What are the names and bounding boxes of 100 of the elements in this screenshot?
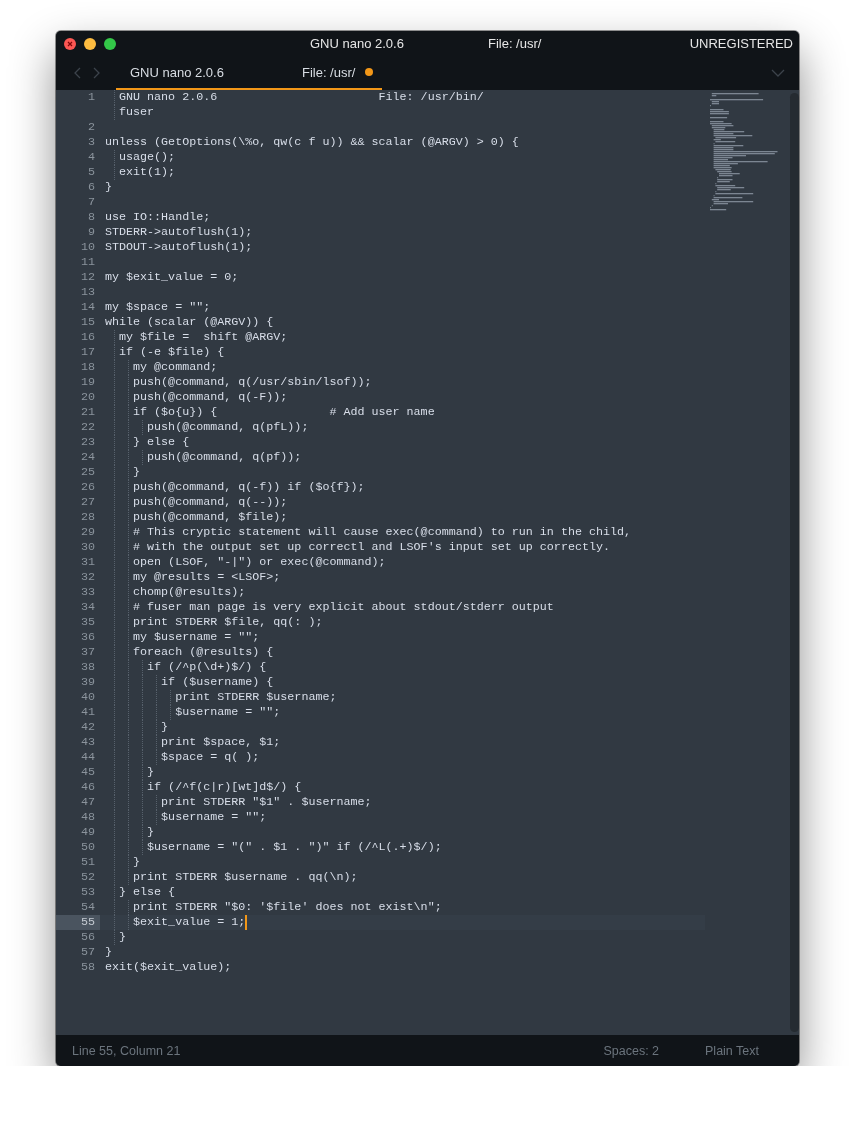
- indentation-setting[interactable]: Spaces: 2: [603, 1043, 660, 1058]
- line-number: 51: [79, 855, 96, 870]
- cursor-position: Line 55, Column 21: [72, 1043, 181, 1058]
- code-line: foreach (@results) {: [132, 645, 274, 659]
- code-line: }: [105, 180, 112, 194]
- line-number: 42: [79, 720, 96, 735]
- line-number: 26: [79, 480, 96, 495]
- tab-title: File: /usr/: [301, 64, 356, 80]
- code-line: my @results = <LSOF>;: [132, 570, 281, 584]
- line-number: 27: [79, 495, 96, 510]
- code-line: # with the output set up correctl and LSOF's input set up correctly.: [132, 540, 610, 554]
- line-number: 46: [79, 780, 96, 795]
- line-number: 52: [79, 870, 96, 885]
- code-line: use IO::Handle;: [105, 210, 211, 224]
- close-button[interactable]: [64, 37, 76, 50]
- line-number: 30: [79, 540, 96, 555]
- line-number: 12: [79, 270, 96, 285]
- line-number: 57: [79, 945, 96, 960]
- line-number: 24: [79, 450, 96, 465]
- code-line: }: [146, 825, 155, 839]
- code-line: if ($o{u}) { # Add user name: [132, 405, 435, 419]
- code-line: $username = "(" . $1 . ")" if (/^L(.+)$/);: [146, 840, 442, 854]
- line-number: 4: [87, 150, 96, 165]
- line-number: 22: [79, 420, 96, 435]
- tab-title: GNU nano 2.0.6: [130, 64, 224, 80]
- code-line: push(@command, q(pfL));: [146, 420, 309, 434]
- line-number: 34: [79, 600, 96, 615]
- line-number: 15: [79, 315, 96, 330]
- line-number: 58: [79, 960, 96, 975]
- code-line: }: [146, 765, 155, 779]
- code-line: if ($username) {: [160, 675, 274, 689]
- code-line: open (LSOF, "-|") or exec(@command);: [132, 555, 386, 569]
- line-number: 49: [79, 825, 96, 840]
- code-line: push(@command, q(-f)) if ($o{f});: [132, 480, 365, 494]
- line-number: 45: [79, 765, 96, 780]
- line-number: 8: [87, 210, 96, 225]
- line-number: 19: [79, 375, 96, 390]
- code-line: push(@command, q(/usr/sbin/lsof));: [132, 375, 372, 389]
- line-number: 14: [79, 300, 96, 315]
- code-line: chomp(@results);: [132, 585, 246, 599]
- line-number: 55: [56, 915, 100, 930]
- code-line: print STDERR "$1" . $username;: [160, 795, 372, 809]
- code-line: push(@command, q(pf));: [146, 450, 302, 464]
- line-number: 29: [79, 525, 96, 540]
- code-line: exit(1);: [118, 165, 176, 179]
- line-number: 10: [79, 240, 96, 255]
- code-line: STDERR->autoflush(1);: [105, 225, 253, 239]
- code-line: }: [118, 930, 127, 944]
- line-number: 35: [79, 615, 96, 630]
- zoom-button[interactable]: [104, 37, 116, 50]
- line-number: 56: [79, 930, 96, 945]
- line-number: 33: [79, 585, 96, 600]
- chevron-down-icon[interactable]: [771, 69, 785, 77]
- back-icon[interactable]: [74, 67, 81, 79]
- code-line: my $username = "";: [132, 630, 260, 644]
- code-line: usage();: [118, 150, 176, 164]
- code-line: push(@command, $file);: [132, 510, 288, 524]
- line-number: 17: [79, 345, 96, 360]
- line-number: 2: [87, 120, 96, 135]
- line-number: 7: [87, 195, 96, 210]
- line-number: 20: [79, 390, 96, 405]
- code-line: my @command;: [132, 360, 218, 374]
- code-line: }: [160, 720, 169, 734]
- code-line: } else {: [132, 435, 190, 449]
- code-line: # fuser man page is very explicit about stdout/stderr output: [132, 600, 554, 614]
- code-line: GNU nano 2.0.6 File: /usr/bin/: [118, 90, 484, 104]
- line-number: 28: [79, 510, 96, 525]
- code-line: print STDERR "$0: '$file' does not exist\n";: [132, 900, 442, 914]
- code-line: } else {: [118, 885, 176, 899]
- code-line: # This cryptic statement will cause exec(@command) to run in the child,: [132, 525, 632, 539]
- code-line: unless (GetOptions(\%o, qw(c f u)) && scalar (@ARGV) > 0) {: [105, 135, 519, 149]
- forward-icon[interactable]: [93, 67, 100, 79]
- code-line: while (scalar (@ARGV)) {: [105, 315, 274, 329]
- line-number: 41: [79, 705, 96, 720]
- line-number: 38: [79, 660, 96, 675]
- minimize-button[interactable]: [84, 37, 96, 50]
- line-number: 53: [79, 885, 96, 900]
- code-line: }: [132, 855, 141, 869]
- line-number: 40: [79, 690, 96, 705]
- line-number: 9: [87, 225, 96, 240]
- line-number: 25: [79, 465, 96, 480]
- line-number: 11: [79, 255, 96, 270]
- code-line: if (/^p(\d+)$/) {: [146, 660, 267, 674]
- syntax-setting[interactable]: Plain Text: [705, 1043, 759, 1058]
- code-line: print STDERR $username . qq(\n);: [132, 870, 358, 884]
- line-number: 6: [87, 180, 96, 195]
- line-number: 31: [79, 555, 96, 570]
- code-line: my $space = "";: [105, 300, 211, 314]
- scrollbar-thumb[interactable]: [790, 93, 799, 1032]
- code-line: }: [105, 945, 112, 959]
- line-number: 16: [79, 330, 96, 345]
- license-label: UNREGISTERED: [689, 36, 794, 51]
- line-number: 21: [79, 405, 96, 420]
- line-number: 13: [79, 285, 96, 300]
- text-cursor: [245, 915, 248, 930]
- line-number: 1: [87, 90, 96, 105]
- window-title: File: /usr/: [487, 36, 542, 51]
- line-number: 37: [79, 645, 96, 660]
- close-icon: [67, 40, 73, 47]
- code-line: print STDERR $username;: [174, 690, 337, 704]
